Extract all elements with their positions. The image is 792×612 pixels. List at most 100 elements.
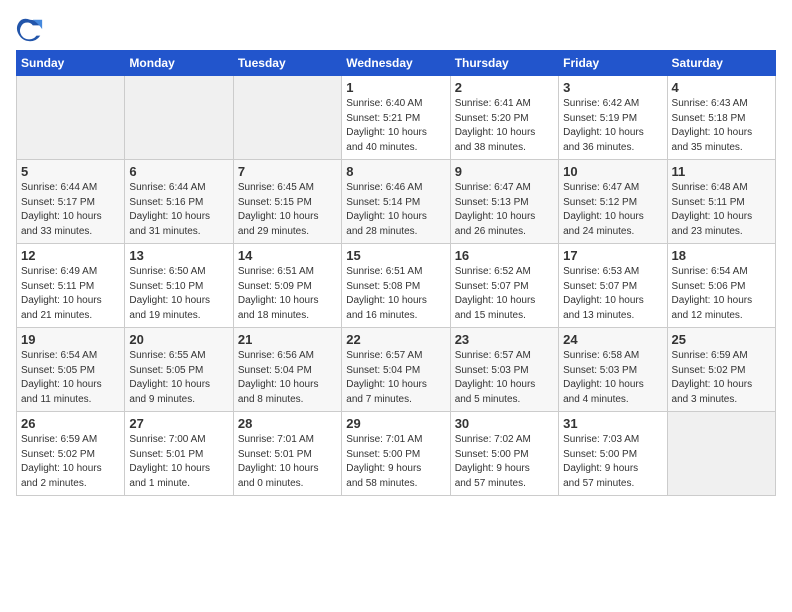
calendar-cell: 4Sunrise: 6:43 AM Sunset: 5:18 PM Daylig…: [667, 76, 775, 160]
day-header-friday: Friday: [559, 51, 667, 76]
day-number: 22: [346, 332, 445, 347]
day-info: Sunrise: 7:00 AM Sunset: 5:01 PM Dayligh…: [129, 433, 228, 491]
calendar-cell: 31 Sunrise: 7:03 AM Sunset: 5:00 PM Dayli…: [559, 412, 667, 496]
calendar-cell: 15 Sunrise: 6:51 AM Sunset: 5:08 PM Dayli…: [342, 244, 450, 328]
calendar-week-row: 26Sunrise: 6:59 AM Sunset: 5:02 PM Dayli…: [17, 412, 776, 496]
day-info: Sunrise: 6:50 AM Sunset: 5:10 PM Dayligh…: [129, 265, 228, 323]
day-info: Sunrise: 6:49 AM Sunset: 5:11 PM Dayligh…: [21, 265, 120, 323]
header: [16, 16, 776, 44]
day-info: Sunrise: 6:53 AM Sunset: 5:07 PM Dayligh…: [563, 265, 662, 323]
day-number: 11: [672, 164, 771, 179]
calendar-cell: 13 Sunrise: 6:50 AM Sunset: 5:10 PM Dayli…: [125, 244, 233, 328]
day-info: Sunrise: 6:57 AM Sunset: 5:03 PM Dayligh…: [455, 349, 554, 407]
day-number: 27: [129, 416, 228, 431]
calendar-cell: 7 Sunrise: 6:45 AM Sunset: 5:15 PM Daylig…: [233, 160, 341, 244]
day-number: 3: [563, 80, 662, 95]
day-info: Sunrise: 6:51 AM Sunset: 5:08 PM Dayligh…: [346, 265, 445, 323]
calendar-cell: [667, 412, 775, 496]
calendar-cell: 10 Sunrise: 6:47 AM Sunset: 5:12 PM Dayli…: [559, 160, 667, 244]
calendar-cell: 19 Sunrise: 6:54 AM Sunset: 5:05 PM Dayli…: [17, 328, 125, 412]
day-info: Sunrise: 6:51 AM Sunset: 5:09 PM Dayligh…: [238, 265, 337, 323]
day-number: 14: [238, 248, 337, 263]
day-number: 15: [346, 248, 445, 263]
logo: [16, 16, 48, 44]
day-number: 12: [21, 248, 120, 263]
calendar-cell: 23Sunrise: 6:57 AM Sunset: 5:03 PM Dayli…: [450, 328, 558, 412]
day-number: 29: [346, 416, 445, 431]
calendar-cell: 26Sunrise: 6:59 AM Sunset: 5:02 PM Dayli…: [17, 412, 125, 496]
day-header-monday: Monday: [125, 51, 233, 76]
day-info: Sunrise: 6:52 AM Sunset: 5:07 PM Dayligh…: [455, 265, 554, 323]
day-header-tuesday: Tuesday: [233, 51, 341, 76]
day-number: 30: [455, 416, 554, 431]
calendar-cell: 17 Sunrise: 6:53 AM Sunset: 5:07 PM Dayli…: [559, 244, 667, 328]
day-info: Sunrise: 6:40 AM Sunset: 5:21 PM Dayligh…: [346, 97, 445, 155]
calendar-cell: [233, 76, 341, 160]
day-number: 20: [129, 332, 228, 347]
calendar-week-row: 1 Sunrise: 6:40 AM Sunset: 5:21 PM Daylig…: [17, 76, 776, 160]
day-info: Sunrise: 6:54 AM Sunset: 5:05 PM Dayligh…: [21, 349, 120, 407]
logo-icon: [16, 16, 44, 44]
calendar-week-row: 12 Sunrise: 6:49 AM Sunset: 5:11 PM Dayli…: [17, 244, 776, 328]
day-header-saturday: Saturday: [667, 51, 775, 76]
day-info: Sunrise: 7:03 AM Sunset: 5:00 PM Dayligh…: [563, 433, 662, 491]
day-number: 6: [129, 164, 228, 179]
calendar-cell: 28 Sunrise: 7:01 AM Sunset: 5:01 PM Dayli…: [233, 412, 341, 496]
calendar-cell: 20 Sunrise: 6:55 AM Sunset: 5:05 PM Dayli…: [125, 328, 233, 412]
day-info: Sunrise: 6:47 AM Sunset: 5:12 PM Dayligh…: [563, 181, 662, 239]
day-header-thursday: Thursday: [450, 51, 558, 76]
day-header-sunday: Sunday: [17, 51, 125, 76]
calendar-cell: 8 Sunrise: 6:46 AM Sunset: 5:14 PM Daylig…: [342, 160, 450, 244]
day-number: 13: [129, 248, 228, 263]
day-header-wednesday: Wednesday: [342, 51, 450, 76]
day-number: 17: [563, 248, 662, 263]
calendar-cell: 18 Sunrise: 6:54 AM Sunset: 5:06 PM Dayli…: [667, 244, 775, 328]
day-info: Sunrise: 6:56 AM Sunset: 5:04 PM Dayligh…: [238, 349, 337, 407]
day-info: Sunrise: 6:47 AM Sunset: 5:13 PM Dayligh…: [455, 181, 554, 239]
calendar-cell: 25 Sunrise: 6:59 AM Sunset: 5:02 PM Dayli…: [667, 328, 775, 412]
calendar-cell: 11 Sunrise: 6:48 AM Sunset: 5:11 PM Dayli…: [667, 160, 775, 244]
day-info: Sunrise: 6:41 AM Sunset: 5:20 PM Dayligh…: [455, 97, 554, 155]
day-info: Sunrise: 6:55 AM Sunset: 5:05 PM Dayligh…: [129, 349, 228, 407]
day-info: Sunrise: 6:43 AM Sunset: 5:18 PM Dayligh…: [672, 97, 771, 155]
calendar-cell: 29 Sunrise: 7:01 AM Sunset: 5:00 PM Dayli…: [342, 412, 450, 496]
day-number: 8: [346, 164, 445, 179]
calendar-cell: [125, 76, 233, 160]
calendar-week-row: 5 Sunrise: 6:44 AM Sunset: 5:17 PM Daylig…: [17, 160, 776, 244]
day-number: 19: [21, 332, 120, 347]
day-number: 16: [455, 248, 554, 263]
day-info: Sunrise: 6:45 AM Sunset: 5:15 PM Dayligh…: [238, 181, 337, 239]
calendar-cell: 1 Sunrise: 6:40 AM Sunset: 5:21 PM Daylig…: [342, 76, 450, 160]
day-number: 10: [563, 164, 662, 179]
day-info: Sunrise: 7:01 AM Sunset: 5:01 PM Dayligh…: [238, 433, 337, 491]
day-number: 5: [21, 164, 120, 179]
day-info: Sunrise: 7:02 AM Sunset: 5:00 PM Dayligh…: [455, 433, 554, 491]
day-info: Sunrise: 6:59 AM Sunset: 5:02 PM Dayligh…: [672, 349, 771, 407]
day-number: 25: [672, 332, 771, 347]
calendar-cell: 27 Sunrise: 7:00 AM Sunset: 5:01 PM Dayli…: [125, 412, 233, 496]
day-info: Sunrise: 6:46 AM Sunset: 5:14 PM Dayligh…: [346, 181, 445, 239]
day-info: Sunrise: 7:01 AM Sunset: 5:00 PM Dayligh…: [346, 433, 445, 491]
calendar-cell: 5 Sunrise: 6:44 AM Sunset: 5:17 PM Daylig…: [17, 160, 125, 244]
day-info: Sunrise: 6:44 AM Sunset: 5:17 PM Dayligh…: [21, 181, 120, 239]
calendar-cell: 30 Sunrise: 7:02 AM Sunset: 5:00 PM Dayli…: [450, 412, 558, 496]
calendar-cell: 6Sunrise: 6:44 AM Sunset: 5:16 PM Daylig…: [125, 160, 233, 244]
calendar-cell: 21 Sunrise: 6:56 AM Sunset: 5:04 PM Dayli…: [233, 328, 341, 412]
calendar-header-row: SundayMondayTuesdayWednesdayThursdayFrid…: [17, 51, 776, 76]
day-number: 18: [672, 248, 771, 263]
day-number: 28: [238, 416, 337, 431]
day-number: 1: [346, 80, 445, 95]
day-number: 31: [563, 416, 662, 431]
calendar-cell: 3 Sunrise: 6:42 AM Sunset: 5:19 PM Daylig…: [559, 76, 667, 160]
day-number: 7: [238, 164, 337, 179]
calendar-cell: 22 Sunrise: 6:57 AM Sunset: 5:04 PM Dayli…: [342, 328, 450, 412]
day-info: Sunrise: 6:57 AM Sunset: 5:04 PM Dayligh…: [346, 349, 445, 407]
day-number: 21: [238, 332, 337, 347]
day-number: 2: [455, 80, 554, 95]
day-info: Sunrise: 6:54 AM Sunset: 5:06 PM Dayligh…: [672, 265, 771, 323]
calendar-cell: 24Sunrise: 6:58 AM Sunset: 5:03 PM Dayli…: [559, 328, 667, 412]
calendar-cell: 2 Sunrise: 6:41 AM Sunset: 5:20 PM Daylig…: [450, 76, 558, 160]
day-info: Sunrise: 6:48 AM Sunset: 5:11 PM Dayligh…: [672, 181, 771, 239]
calendar-cell: 9Sunrise: 6:47 AM Sunset: 5:13 PM Daylig…: [450, 160, 558, 244]
day-info: Sunrise: 6:42 AM Sunset: 5:19 PM Dayligh…: [563, 97, 662, 155]
